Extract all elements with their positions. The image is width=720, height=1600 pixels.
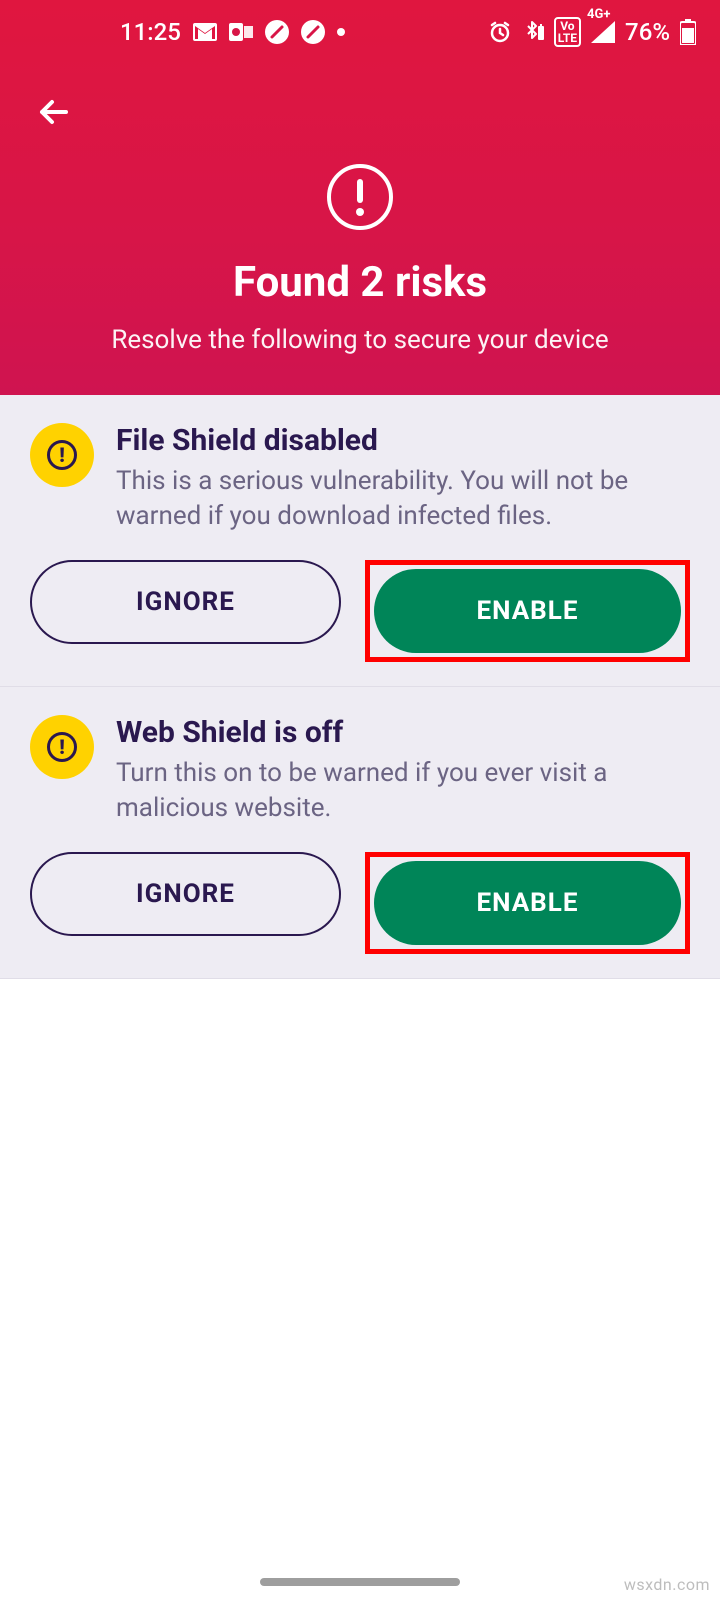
more-notifications-dot-icon: [337, 28, 345, 36]
enable-highlight-box: ENABLE: [365, 852, 690, 954]
risk-title: File Shield disabled: [116, 423, 690, 458]
volte-icon: VoLTE: [554, 17, 581, 47]
arrow-left-icon: [34, 92, 74, 132]
battery-percent: 76%: [625, 18, 670, 46]
back-button[interactable]: [30, 88, 78, 136]
signal-icon: 4G+: [591, 21, 615, 43]
status-left: 11:25: [120, 18, 345, 46]
risk-description: Turn this on to be warned if you ever vi…: [116, 756, 690, 826]
status-right: VoLTE 4G+ 76%: [488, 17, 696, 47]
toolbar: [0, 64, 720, 146]
warning-badge-icon: !: [30, 715, 94, 779]
exclamation-icon: !: [47, 732, 77, 762]
risk-card-web-shield: ! Web Shield is off Turn this on to be w…: [0, 687, 720, 979]
ignore-button[interactable]: IGNORE: [30, 560, 341, 644]
risk-card-file-shield: ! File Shield disabled This is a serious…: [0, 395, 720, 687]
alarm-icon: [488, 20, 512, 44]
bluetooth-battery-icon: [522, 20, 544, 44]
header-region: 11:25 VoLTE 4G+: [0, 0, 720, 395]
risk-title: Web Shield is off: [116, 715, 690, 750]
exclamation-icon: !: [47, 440, 77, 470]
enable-button[interactable]: ENABLE: [374, 861, 681, 945]
exclamation-icon: [355, 177, 365, 217]
outlook-icon: [229, 21, 253, 43]
warning-badge-icon: !: [30, 423, 94, 487]
enable-highlight-box: ENABLE: [365, 560, 690, 662]
risk-list: ! File Shield disabled This is a serious…: [0, 395, 720, 979]
watermark: wsxdn.com: [624, 1575, 710, 1594]
gesture-bar[interactable]: [260, 1578, 460, 1586]
page-title: Found 2 risks: [0, 258, 720, 307]
notification-icon-2: [301, 20, 325, 44]
status-bar: 11:25 VoLTE 4G+: [0, 0, 720, 64]
risk-description: This is a serious vulnerability. You wil…: [116, 464, 690, 534]
battery-icon: [680, 19, 696, 45]
alert-circle-icon: [327, 164, 393, 230]
gmail-icon: [193, 23, 217, 41]
status-time: 11:25: [120, 18, 181, 46]
alert-icon-wrap: [0, 164, 720, 230]
ignore-button[interactable]: IGNORE: [30, 852, 341, 936]
page-subtitle: Resolve the following to secure your dev…: [0, 325, 720, 355]
enable-button[interactable]: ENABLE: [374, 569, 681, 653]
notification-icon-1: [265, 20, 289, 44]
